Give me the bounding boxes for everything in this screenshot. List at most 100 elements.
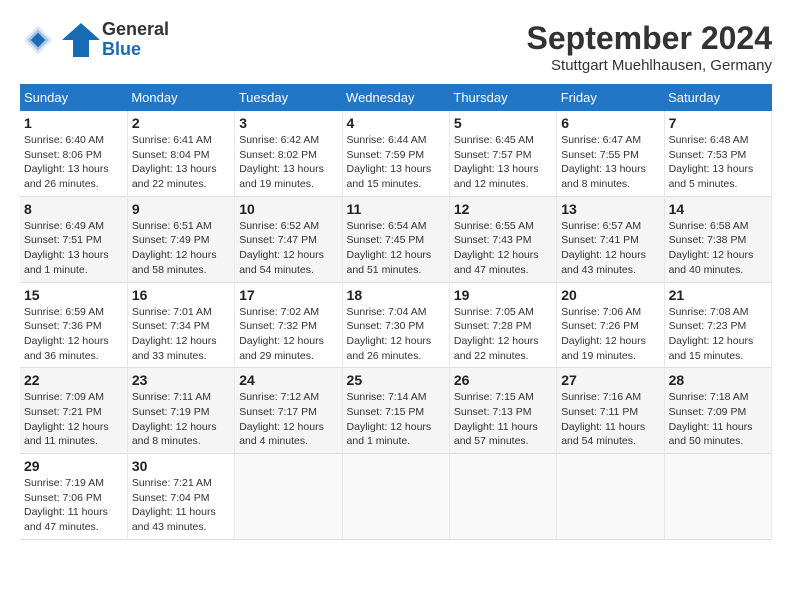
calendar-cell: 24 Sunrise: 7:12 AMSunset: 7:17 PMDaylig… bbox=[235, 368, 342, 454]
cell-info: Sunrise: 7:12 AMSunset: 7:17 PMDaylight:… bbox=[239, 390, 337, 449]
day-number: 28 bbox=[669, 372, 767, 388]
calendar-cell: 5 Sunrise: 6:45 AMSunset: 7:57 PMDayligh… bbox=[449, 111, 556, 196]
calendar-cell: 6 Sunrise: 6:47 AMSunset: 7:55 PMDayligh… bbox=[557, 111, 664, 196]
cell-info: Sunrise: 6:55 AMSunset: 7:43 PMDaylight:… bbox=[454, 219, 552, 278]
weekday-header-row: SundayMondayTuesdayWednesdayThursdayFrid… bbox=[20, 84, 772, 111]
cell-info: Sunrise: 7:16 AMSunset: 7:11 PMDaylight:… bbox=[561, 390, 659, 449]
day-number: 19 bbox=[454, 287, 552, 303]
day-number: 5 bbox=[454, 115, 552, 131]
calendar-cell: 18 Sunrise: 7:04 AMSunset: 7:30 PMDaylig… bbox=[342, 282, 449, 368]
calendar-cell: 29 Sunrise: 7:19 AMSunset: 7:06 PMDaylig… bbox=[20, 454, 127, 540]
day-number: 30 bbox=[132, 458, 230, 474]
day-number: 3 bbox=[239, 115, 337, 131]
calendar-cell: 1 Sunrise: 6:40 AMSunset: 8:06 PMDayligh… bbox=[20, 111, 127, 196]
day-number: 9 bbox=[132, 201, 230, 217]
cell-info: Sunrise: 6:42 AMSunset: 8:02 PMDaylight:… bbox=[239, 133, 337, 192]
day-number: 13 bbox=[561, 201, 659, 217]
day-number: 11 bbox=[347, 201, 445, 217]
calendar-week-row: 8 Sunrise: 6:49 AMSunset: 7:51 PMDayligh… bbox=[20, 196, 772, 282]
cell-info: Sunrise: 7:09 AMSunset: 7:21 PMDaylight:… bbox=[24, 390, 123, 449]
calendar-cell bbox=[557, 454, 664, 540]
logo-arrow-icon bbox=[62, 23, 100, 57]
calendar-cell: 4 Sunrise: 6:44 AMSunset: 7:59 PMDayligh… bbox=[342, 111, 449, 196]
day-number: 24 bbox=[239, 372, 337, 388]
weekday-header-saturday: Saturday bbox=[664, 84, 771, 111]
cell-info: Sunrise: 6:47 AMSunset: 7:55 PMDaylight:… bbox=[561, 133, 659, 192]
calendar-cell: 15 Sunrise: 6:59 AMSunset: 7:36 PMDaylig… bbox=[20, 282, 127, 368]
cell-info: Sunrise: 6:58 AMSunset: 7:38 PMDaylight:… bbox=[669, 219, 767, 278]
day-number: 27 bbox=[561, 372, 659, 388]
day-number: 23 bbox=[132, 372, 230, 388]
calendar-cell: 11 Sunrise: 6:54 AMSunset: 7:45 PMDaylig… bbox=[342, 196, 449, 282]
cell-info: Sunrise: 7:11 AMSunset: 7:19 PMDaylight:… bbox=[132, 390, 230, 449]
logo-icon bbox=[20, 22, 56, 58]
calendar-cell bbox=[664, 454, 771, 540]
cell-info: Sunrise: 7:18 AMSunset: 7:09 PMDaylight:… bbox=[669, 390, 767, 449]
cell-info: Sunrise: 6:54 AMSunset: 7:45 PMDaylight:… bbox=[347, 219, 445, 278]
page-header: General Blue September 2024 Stuttgart Mu… bbox=[20, 20, 772, 74]
day-number: 7 bbox=[669, 115, 767, 131]
calendar-cell: 21 Sunrise: 7:08 AMSunset: 7:23 PMDaylig… bbox=[664, 282, 771, 368]
cell-info: Sunrise: 6:52 AMSunset: 7:47 PMDaylight:… bbox=[239, 219, 337, 278]
cell-info: Sunrise: 7:02 AMSunset: 7:32 PMDaylight:… bbox=[239, 305, 337, 364]
month-title: September 2024 bbox=[527, 20, 772, 57]
cell-info: Sunrise: 7:21 AMSunset: 7:04 PMDaylight:… bbox=[132, 476, 230, 535]
day-number: 8 bbox=[24, 201, 123, 217]
day-number: 22 bbox=[24, 372, 123, 388]
calendar-cell: 27 Sunrise: 7:16 AMSunset: 7:11 PMDaylig… bbox=[557, 368, 664, 454]
cell-info: Sunrise: 6:44 AMSunset: 7:59 PMDaylight:… bbox=[347, 133, 445, 192]
calendar-week-row: 1 Sunrise: 6:40 AMSunset: 8:06 PMDayligh… bbox=[20, 111, 772, 196]
calendar-cell: 16 Sunrise: 7:01 AMSunset: 7:34 PMDaylig… bbox=[127, 282, 234, 368]
calendar-cell: 17 Sunrise: 7:02 AMSunset: 7:32 PMDaylig… bbox=[235, 282, 342, 368]
calendar-cell: 22 Sunrise: 7:09 AMSunset: 7:21 PMDaylig… bbox=[20, 368, 127, 454]
day-number: 6 bbox=[561, 115, 659, 131]
day-number: 10 bbox=[239, 201, 337, 217]
day-number: 18 bbox=[347, 287, 445, 303]
weekday-header-friday: Friday bbox=[557, 84, 664, 111]
cell-info: Sunrise: 6:48 AMSunset: 7:53 PMDaylight:… bbox=[669, 133, 767, 192]
day-number: 29 bbox=[24, 458, 123, 474]
day-number: 4 bbox=[347, 115, 445, 131]
calendar-cell: 28 Sunrise: 7:18 AMSunset: 7:09 PMDaylig… bbox=[664, 368, 771, 454]
calendar-week-row: 22 Sunrise: 7:09 AMSunset: 7:21 PMDaylig… bbox=[20, 368, 772, 454]
cell-info: Sunrise: 7:19 AMSunset: 7:06 PMDaylight:… bbox=[24, 476, 123, 535]
cell-info: Sunrise: 7:01 AMSunset: 7:34 PMDaylight:… bbox=[132, 305, 230, 364]
calendar-cell bbox=[235, 454, 342, 540]
calendar-cell: 25 Sunrise: 7:14 AMSunset: 7:15 PMDaylig… bbox=[342, 368, 449, 454]
logo-blue-text: Blue bbox=[102, 39, 141, 59]
calendar-cell: 9 Sunrise: 6:51 AMSunset: 7:49 PMDayligh… bbox=[127, 196, 234, 282]
cell-info: Sunrise: 6:57 AMSunset: 7:41 PMDaylight:… bbox=[561, 219, 659, 278]
day-number: 14 bbox=[669, 201, 767, 217]
calendar-cell: 26 Sunrise: 7:15 AMSunset: 7:13 PMDaylig… bbox=[449, 368, 556, 454]
calendar-cell: 30 Sunrise: 7:21 AMSunset: 7:04 PMDaylig… bbox=[127, 454, 234, 540]
calendar-cell: 7 Sunrise: 6:48 AMSunset: 7:53 PMDayligh… bbox=[664, 111, 771, 196]
cell-info: Sunrise: 7:06 AMSunset: 7:26 PMDaylight:… bbox=[561, 305, 659, 364]
day-number: 1 bbox=[24, 115, 123, 131]
logo-general-text: General bbox=[102, 19, 169, 39]
calendar-cell bbox=[449, 454, 556, 540]
calendar-cell: 13 Sunrise: 6:57 AMSunset: 7:41 PMDaylig… bbox=[557, 196, 664, 282]
cell-info: Sunrise: 6:51 AMSunset: 7:49 PMDaylight:… bbox=[132, 219, 230, 278]
cell-info: Sunrise: 7:08 AMSunset: 7:23 PMDaylight:… bbox=[669, 305, 767, 364]
weekday-header-tuesday: Tuesday bbox=[235, 84, 342, 111]
weekday-header-monday: Monday bbox=[127, 84, 234, 111]
day-number: 15 bbox=[24, 287, 123, 303]
cell-info: Sunrise: 6:41 AMSunset: 8:04 PMDaylight:… bbox=[132, 133, 230, 192]
calendar-cell: 23 Sunrise: 7:11 AMSunset: 7:19 PMDaylig… bbox=[127, 368, 234, 454]
cell-info: Sunrise: 7:04 AMSunset: 7:30 PMDaylight:… bbox=[347, 305, 445, 364]
calendar-table: SundayMondayTuesdayWednesdayThursdayFrid… bbox=[20, 84, 772, 540]
weekday-header-wednesday: Wednesday bbox=[342, 84, 449, 111]
cell-info: Sunrise: 7:05 AMSunset: 7:28 PMDaylight:… bbox=[454, 305, 552, 364]
calendar-cell: 2 Sunrise: 6:41 AMSunset: 8:04 PMDayligh… bbox=[127, 111, 234, 196]
day-number: 2 bbox=[132, 115, 230, 131]
calendar-cell: 10 Sunrise: 6:52 AMSunset: 7:47 PMDaylig… bbox=[235, 196, 342, 282]
calendar-week-row: 29 Sunrise: 7:19 AMSunset: 7:06 PMDaylig… bbox=[20, 454, 772, 540]
day-number: 21 bbox=[669, 287, 767, 303]
location-subtitle: Stuttgart Muehlhausen, Germany bbox=[527, 57, 772, 74]
calendar-cell: 12 Sunrise: 6:55 AMSunset: 7:43 PMDaylig… bbox=[449, 196, 556, 282]
calendar-cell: 20 Sunrise: 7:06 AMSunset: 7:26 PMDaylig… bbox=[557, 282, 664, 368]
calendar-cell: 3 Sunrise: 6:42 AMSunset: 8:02 PMDayligh… bbox=[235, 111, 342, 196]
cell-info: Sunrise: 6:59 AMSunset: 7:36 PMDaylight:… bbox=[24, 305, 123, 364]
calendar-cell: 14 Sunrise: 6:58 AMSunset: 7:38 PMDaylig… bbox=[664, 196, 771, 282]
logo: General Blue bbox=[20, 20, 169, 60]
